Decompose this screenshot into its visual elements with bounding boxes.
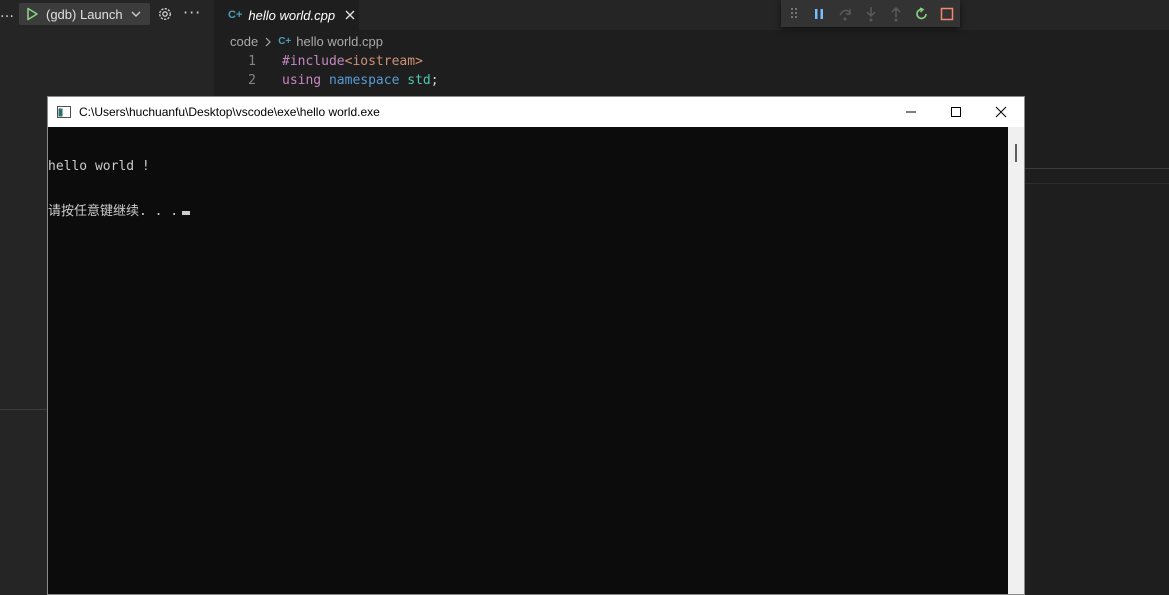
tab-hello-world-cpp[interactable]: C+ hello world.cpp: [214, 0, 359, 30]
code-token: <iostream>: [344, 54, 423, 69]
debug-config-label: (gdb) Launch: [46, 6, 123, 22]
breadcrumb-folder[interactable]: code: [230, 34, 258, 49]
chevron-down-icon[interactable]: [130, 8, 142, 20]
step-over-icon[interactable]: [832, 0, 858, 27]
cpp-file-icon: C+: [278, 36, 292, 47]
line-number: 1: [248, 54, 256, 69]
code-text: #include<iostream>: [282, 52, 423, 71]
code-token: std: [407, 73, 431, 88]
step-out-icon[interactable]: [883, 0, 909, 27]
code-text: using namespace std;: [282, 71, 439, 90]
debug-config-select[interactable]: (gdb) Launch: [19, 3, 150, 25]
panel-divider: [1025, 168, 1169, 169]
code-token: ;: [430, 73, 439, 88]
gear-icon[interactable]: [157, 6, 173, 22]
close-button[interactable]: [978, 97, 1024, 127]
close-icon[interactable]: [344, 9, 356, 21]
breadcrumb-file[interactable]: hello world.cpp: [296, 34, 383, 49]
console-output-area[interactable]: hello world ! 请按任意键继续. . .: [48, 127, 1008, 594]
code-token: using: [282, 73, 322, 88]
pause-icon[interactable]: [807, 0, 833, 27]
play-icon[interactable]: [25, 7, 39, 21]
scrollbar-thumb[interactable]: [1015, 144, 1017, 162]
console-output: hello world ! 请按任意键继续. . .: [48, 129, 191, 249]
console-title: C:\Users\huchuanfu\Desktop\vscode\exe\he…: [79, 105, 380, 119]
step-into-icon[interactable]: [858, 0, 884, 27]
more-actions-icon[interactable]: ···: [183, 3, 201, 22]
console-window[interactable]: C:\Users\huchuanfu\Desktop\vscode\exe\he…: [47, 96, 1025, 595]
overflow-indicator: …: [0, 5, 14, 21]
tab-title: hello world.cpp: [248, 7, 336, 23]
panel-divider: [1025, 183, 1169, 184]
console-line-text: 请按任意键继续. . .: [48, 204, 179, 219]
sidebar-divider: [0, 409, 48, 410]
breadcrumb: code C+ hello world.cpp: [230, 34, 383, 49]
line-number: 2: [248, 73, 256, 88]
console-line: hello world !: [48, 159, 150, 174]
minimize-icon: [906, 111, 916, 113]
chevron-right-icon: [265, 37, 272, 46]
code-token: #include: [282, 54, 345, 69]
drag-handle-icon[interactable]: [781, 0, 807, 27]
maximize-icon: [951, 107, 961, 117]
stop-icon[interactable]: [934, 0, 960, 27]
close-icon: [995, 106, 1007, 118]
debug-toolbar: [781, 0, 960, 27]
maximize-button[interactable]: [933, 97, 979, 127]
console-line: 请按任意键继续. . .: [48, 204, 191, 219]
console-app-icon: [57, 106, 71, 118]
console-scrollbar[interactable]: [1008, 127, 1024, 594]
text-cursor: [182, 211, 191, 215]
console-titlebar[interactable]: C:\Users\huchuanfu\Desktop\vscode\exe\he…: [48, 97, 1024, 127]
restart-icon[interactable]: [909, 0, 935, 27]
code-token: namespace: [328, 73, 400, 88]
cpp-file-icon: C+: [228, 9, 243, 21]
minimize-button[interactable]: [888, 97, 934, 127]
